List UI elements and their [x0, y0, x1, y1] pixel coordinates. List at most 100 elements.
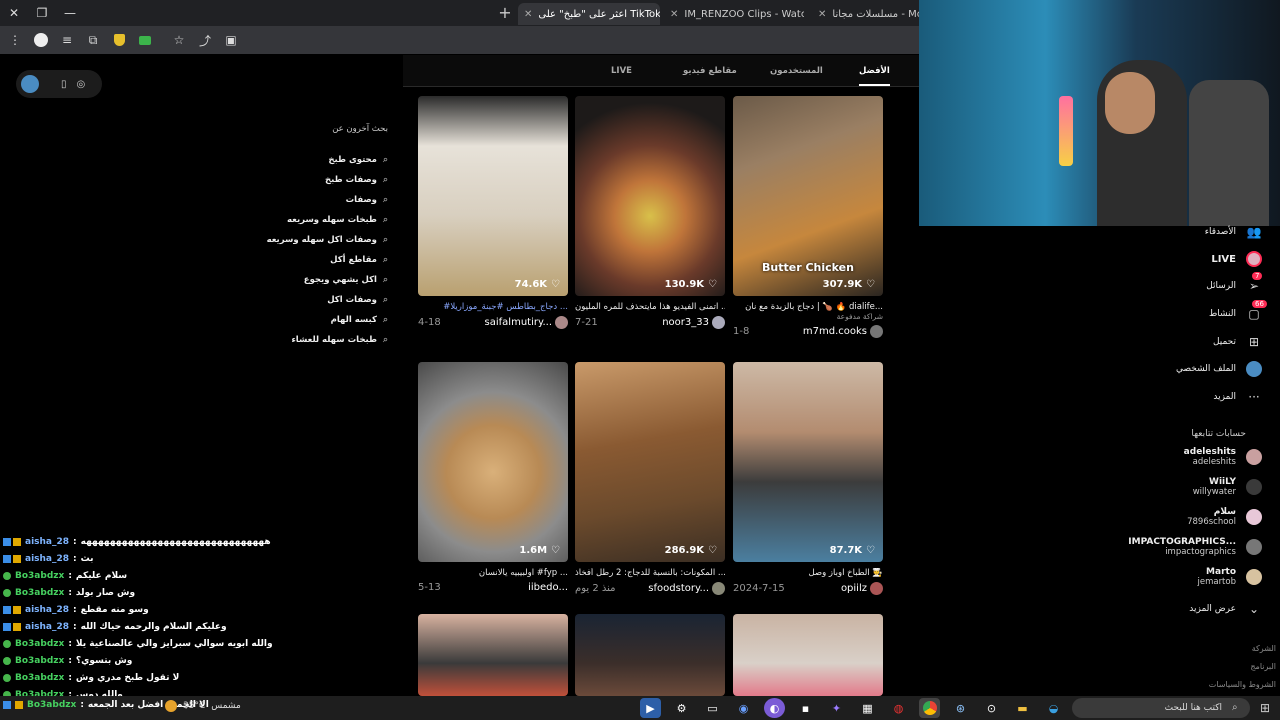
- following-account[interactable]: adeleshits adeleshits: [1184, 447, 1262, 467]
- app-icon[interactable]: ▪: [795, 698, 816, 718]
- nav-messages[interactable]: الرسائل ➢ 7: [1206, 272, 1263, 294]
- related-item[interactable]: وصفات اكل سهله وسريعه ⌕: [267, 230, 388, 250]
- video-thumbnail[interactable]: [733, 614, 883, 696]
- show-more-following[interactable]: عرض المزيد ⌄: [1189, 601, 1262, 617]
- video-author[interactable]: iibedo...: [528, 582, 568, 593]
- close-tab-icon[interactable]: ✕: [670, 9, 678, 20]
- shield-extension-icon[interactable]: [108, 29, 130, 51]
- video-thumbnail[interactable]: 87.7K ♡: [733, 362, 883, 562]
- close-window-icon[interactable]: ✕: [0, 0, 28, 26]
- nav-more[interactable]: المزيد ···: [1213, 389, 1262, 405]
- video-author[interactable]: saifalmutiry...: [485, 316, 568, 329]
- tab-top[interactable]: الأفضل: [859, 66, 890, 86]
- video-description[interactable]: اتمنى الفيديو هذا مايتحذف للمره المليون …: [575, 302, 725, 312]
- video-author[interactable]: sfoodstory...: [648, 582, 725, 595]
- video-thumbnail[interactable]: 1.6M ♡: [418, 362, 568, 562]
- video-thumbnail[interactable]: [418, 614, 568, 696]
- tab-moviebox[interactable]: ✕ مسلسلات مجانا - MovieBox: [812, 3, 919, 25]
- video-author[interactable]: m7md.cooks: [803, 325, 883, 338]
- related-item[interactable]: وصفات طبخ ⌕: [267, 170, 388, 190]
- video-card[interactable]: 74.6K ♡ #دجاج_بطاطس #جبنة_موزاريلا ... 4-…: [418, 96, 568, 329]
- chat-username[interactable]: aisha_28: [25, 537, 69, 547]
- menu-dots-icon[interactable]: ⋮: [4, 29, 26, 51]
- close-tab-icon[interactable]: ✕: [818, 9, 826, 20]
- tab-videos[interactable]: مقاطع فيديو: [683, 66, 737, 76]
- chat-username[interactable]: Bo3abdzx: [15, 588, 64, 598]
- chat-username[interactable]: Bo3abdzx: [15, 571, 64, 581]
- bookmark-star-icon[interactable]: ☆: [168, 29, 190, 51]
- related-item[interactable]: محتوى طبخ ⌕: [267, 150, 388, 170]
- store-icon[interactable]: ▦: [857, 698, 878, 718]
- tab-tiktok-search[interactable]: ✕ اعثر على "طبخ" على TikTok | بحث: [518, 3, 660, 25]
- related-item[interactable]: مقاطع أكل ⌕: [267, 250, 388, 270]
- video-thumbnail[interactable]: Butter Chicken 307.9K ♡: [733, 96, 883, 296]
- chat-username[interactable]: Bo3abdzx: [15, 639, 64, 649]
- chat-username[interactable]: aisha_28: [25, 622, 69, 632]
- video-card[interactable]: 87.7K ♡ الطباخ اوباز وصل 🧑‍🍳 2024-7-15 opi…: [733, 362, 883, 595]
- chrome-icon[interactable]: [919, 698, 940, 718]
- green-extension-icon[interactable]: [134, 29, 156, 51]
- nav-live[interactable]: LIVE: [1211, 251, 1262, 267]
- video-description[interactable]: #دجاج_بطاطس #جبنة_موزاريلا ...: [418, 302, 568, 312]
- share-icon[interactable]: ⤴: [194, 29, 216, 51]
- extensions-icon[interactable]: ⧉: [82, 29, 104, 51]
- avatar[interactable]: [21, 75, 39, 93]
- nav-upload[interactable]: تحميل ⊞: [1213, 334, 1262, 350]
- compass-icon[interactable]: ◎: [77, 79, 86, 90]
- minimize-window-icon[interactable]: —: [56, 0, 84, 26]
- app-icon[interactable]: ⊙: [981, 698, 1002, 718]
- phone-icon[interactable]: ▯: [61, 79, 67, 90]
- related-item[interactable]: طبخات سهله وسريعه ⌕: [267, 210, 388, 230]
- app-icon[interactable]: ▶: [640, 698, 661, 718]
- steam-icon[interactable]: ⊛: [950, 698, 971, 718]
- profile-icon[interactable]: [30, 29, 52, 51]
- chat-username[interactable]: aisha_28: [25, 605, 69, 615]
- nav-activity[interactable]: النشاط ▢ 66: [1209, 300, 1267, 322]
- chat-username[interactable]: Bo3abdzx: [15, 673, 64, 683]
- video-card[interactable]: 1.6M ♡ اولبيبيه يالانسان #fyp ... 5-13 iib…: [418, 362, 568, 593]
- video-description[interactable]: الطباخ اوباز وصل 🧑‍🍳: [733, 568, 883, 578]
- chat-username[interactable]: Bo3abdzx: [15, 656, 64, 666]
- following-account[interactable]: WiiLY willywater: [1193, 477, 1262, 497]
- screenshot-icon[interactable]: ▣: [220, 29, 242, 51]
- related-item[interactable]: وصفات اكل ⌕: [267, 290, 388, 310]
- new-tab-button[interactable]: +: [495, 3, 515, 23]
- following-account[interactable]: IMPACTOGRAPHICS... impactographics: [1128, 537, 1262, 557]
- taskbar-search-input[interactable]: اكتب هنا للبحث: [1072, 698, 1250, 718]
- nav-friends[interactable]: الأصدقاء 👥: [1205, 224, 1262, 240]
- related-item[interactable]: اكل يشهي ويجوع ⌕: [267, 270, 388, 290]
- edge-icon[interactable]: ◒: [1043, 698, 1064, 718]
- footer-link[interactable]: البرنامج: [1209, 658, 1276, 676]
- terminal-icon[interactable]: ▭: [702, 698, 723, 718]
- video-thumbnail[interactable]: 286.9K ♡: [575, 362, 725, 562]
- video-description[interactable]: دجاج بالزبدة مع نان | 🍗 🔥 dialife...: [733, 302, 883, 312]
- video-description[interactable]: المكونات: بالنسبة للدجاج: 2 رطل أفخاذ ..…: [575, 568, 725, 578]
- windows-start-icon[interactable]: ⊞: [1260, 701, 1270, 715]
- close-tab-icon[interactable]: ✕: [524, 9, 532, 20]
- chat-username[interactable]: Bo3abdzx: [27, 700, 76, 710]
- video-card[interactable]: Butter Chicken 307.9K ♡ دجاج بالزبدة مع ن…: [733, 96, 883, 338]
- media-control-icon[interactable]: ≡: [56, 29, 78, 51]
- video-description[interactable]: اولبيبيه يالانسان #fyp ...: [418, 568, 568, 578]
- following-account[interactable]: Marto jemartob: [1197, 567, 1262, 587]
- nav-profile[interactable]: الملف الشخصي: [1176, 361, 1262, 377]
- video-thumbnail[interactable]: [575, 614, 725, 696]
- restore-window-icon[interactable]: ❐: [28, 0, 56, 26]
- weather-widget[interactable]: 35°C مشمس: [165, 700, 241, 712]
- settings-gear-icon[interactable]: ⚙: [671, 698, 692, 718]
- twitch-icon[interactable]: ✦: [826, 698, 847, 718]
- video-author[interactable]: opiilz: [841, 582, 883, 595]
- video-author[interactable]: noor3_33: [662, 316, 725, 329]
- tab-kick-clips[interactable]: ✕ IM_RENZOO Clips - Watch Live: [664, 3, 804, 25]
- tab-live[interactable]: LIVE: [611, 66, 632, 76]
- folder-icon[interactable]: ▬: [1012, 698, 1033, 718]
- following-account[interactable]: سلام 7896school: [1187, 507, 1262, 527]
- mini-profile-pill[interactable]: ▯ ◎: [16, 70, 102, 98]
- obs-icon[interactable]: ◍: [888, 698, 909, 718]
- app-icon[interactable]: ◉: [733, 698, 754, 718]
- related-item[interactable]: كبسه الهام ⌕: [267, 310, 388, 330]
- video-card[interactable]: 130.9K ♡ اتمنى الفيديو هذا مايتحذف للمره …: [575, 96, 725, 329]
- video-card[interactable]: 286.9K ♡ المكونات: بالنسبة للدجاج: 2 رطل …: [575, 362, 725, 595]
- footer-link[interactable]: الشروط والسياسات: [1209, 676, 1276, 694]
- related-item[interactable]: وصفات ⌕: [267, 190, 388, 210]
